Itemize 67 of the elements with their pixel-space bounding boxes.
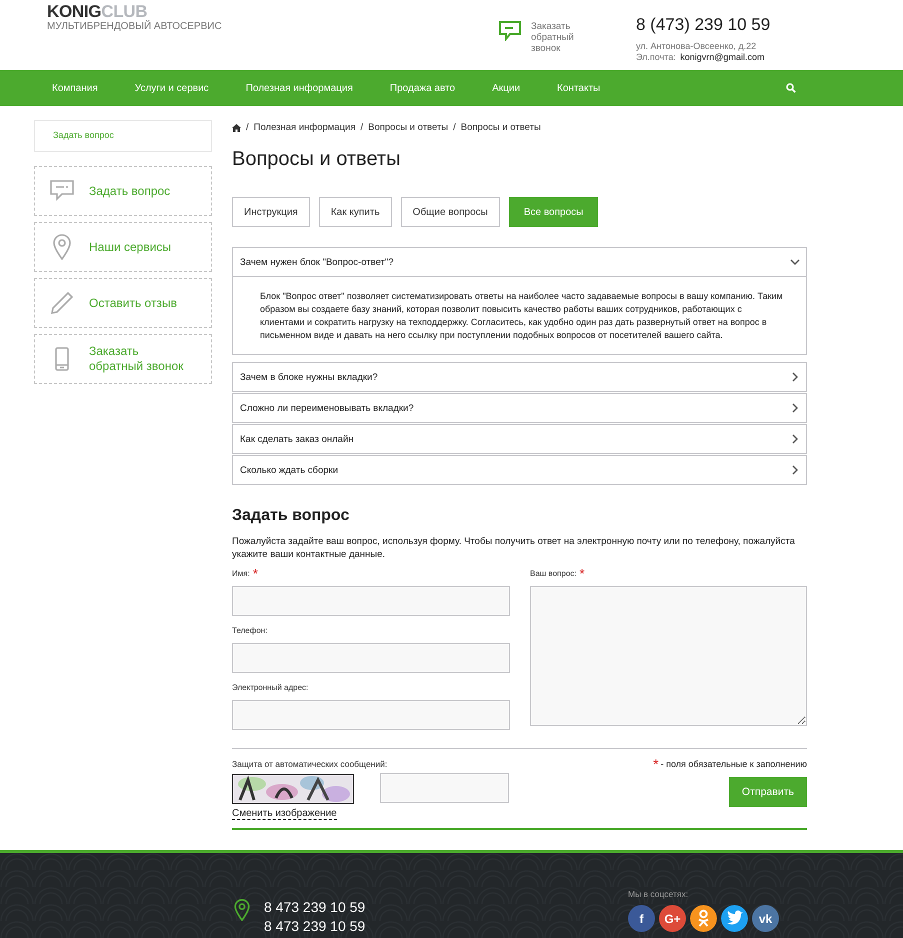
search-icon[interactable] <box>786 83 796 93</box>
field-label: Электронный адрес: <box>232 683 308 692</box>
chevron-right-icon <box>790 403 800 413</box>
google-button[interactable]: G+ <box>659 905 686 932</box>
captcha-input[interactable] <box>380 773 509 803</box>
input-field[interactable] <box>232 700 510 730</box>
email-link[interactable]: konigvrn@gmail.com <box>680 52 764 62</box>
tab[interactable]: Общие вопросы <box>400 197 500 227</box>
field-label: Имя: <box>232 569 250 578</box>
field-label: Ваш вопрос: <box>530 569 576 578</box>
pencil-icon <box>49 291 75 315</box>
vk-button[interactable]: vk <box>752 905 779 932</box>
question-textarea[interactable] <box>530 586 807 726</box>
nav-item[interactable]: Услуги и сервис <box>134 82 209 94</box>
phone-number: 8 473 239 10 59 <box>264 918 366 935</box>
odnoklassniki-icon[interactable] <box>690 905 717 932</box>
sidebar-card[interactable]: Задать вопрос <box>34 166 212 216</box>
location-pin-icon <box>234 899 250 921</box>
breadcrumb-link[interactable]: Полезная информация <box>254 122 356 133</box>
required-mark: * <box>252 569 258 578</box>
breadcrumb-link[interactable]: Вопросы и ответы <box>368 122 448 133</box>
sidebar-card[interactable]: Оставить отзыв <box>34 278 212 328</box>
phone-number: 8 473 239 10 59 <box>264 899 366 916</box>
tagline: МУЛЬТИБРЕНДОВЫЙ АВТОСЕРВИС <box>47 21 223 32</box>
required-mark: * <box>580 569 585 578</box>
phone-number: 8 (473) 239 10 59 <box>636 15 770 35</box>
required-note: - поля обязательные к заполнению <box>660 759 807 769</box>
chevron-down-icon <box>790 257 800 267</box>
chevron-right-icon <box>790 372 800 382</box>
tab[interactable]: Инструкция <box>232 197 310 227</box>
social-label: Мы в соцсетях: <box>628 889 690 899</box>
breadcrumb-separator: / <box>246 122 249 133</box>
twitter-bird-icon[interactable] <box>721 905 748 932</box>
chat-icon <box>49 180 75 202</box>
sidebar-link[interactable]: Задать вопрос <box>34 120 212 152</box>
input-field[interactable] <box>232 586 510 616</box>
home-icon[interactable] <box>232 124 241 132</box>
submit-button[interactable]: Отправить <box>728 777 807 807</box>
page-title: Вопросы и ответы <box>232 148 402 171</box>
refresh-link[interactable]: Сменить изображение <box>232 808 337 820</box>
form-intro: Пожалуйста задайте ваш вопрос, используя форму. Чтобы получить ответ на электронную почту или по телефону, пожалуйста укажите ваши контактные данные. <box>232 535 796 561</box>
email-label: Эл.почта: <box>636 52 676 62</box>
chevron-right-icon <box>790 465 800 475</box>
sidebar-card[interactable]: Заказать обратный звонок <box>34 334 212 384</box>
nav-item[interactable]: Полезная информация <box>246 82 353 94</box>
breadcrumb-separator: / <box>453 122 456 133</box>
breadcrumb-separator: / <box>360 122 364 133</box>
nav-item[interactable]: Контакты <box>557 82 600 94</box>
nav-item[interactable]: Акции <box>492 82 520 94</box>
input-field[interactable] <box>232 643 510 673</box>
nav-item[interactable]: Продажа авто <box>390 82 456 94</box>
logo[interactable]: KONIGCLUB <box>47 4 499 20</box>
tab[interactable]: Все вопросы <box>508 197 598 227</box>
chevron-right-icon <box>790 434 800 444</box>
required-mark: * <box>653 760 659 768</box>
tab[interactable]: Как купить <box>318 197 392 227</box>
sidebar-card[interactable]: Наши сервисы <box>34 222 212 272</box>
address: ул. Антонова-Овсеенко, д.22 <box>636 41 758 51</box>
facebook-button[interactable]: f <box>628 905 655 932</box>
faq-answer: Блок "Вопрос ответ" позволяет систематизировать ответы на наиболее часто задаваемые вопросы в вашу компанию. Таким образом вы создаете базу знаний, которая позволит повысить качество работы ваших сотрудников, работающих с клиентами и сократить нагрузку на техподдержку. Согласитесь, как удобно один раз дать развернутый ответ на вопрос в письменном виде и давать на него ссылку при поступлении подобных вопросов от посетителей вашего сайта. <box>233 276 806 354</box>
breadcrumb-link[interactable]: Вопросы и ответы <box>460 122 541 133</box>
form-title: Задать вопрос <box>232 507 350 525</box>
nav-item[interactable]: Компания <box>52 82 98 94</box>
chat-icon <box>499 21 521 41</box>
callback-link[interactable]: Заказать обратный звонок <box>531 21 591 54</box>
field-label: Телефон: <box>232 626 268 635</box>
captcha-label: Защита от автоматических сообщений: <box>232 759 388 769</box>
